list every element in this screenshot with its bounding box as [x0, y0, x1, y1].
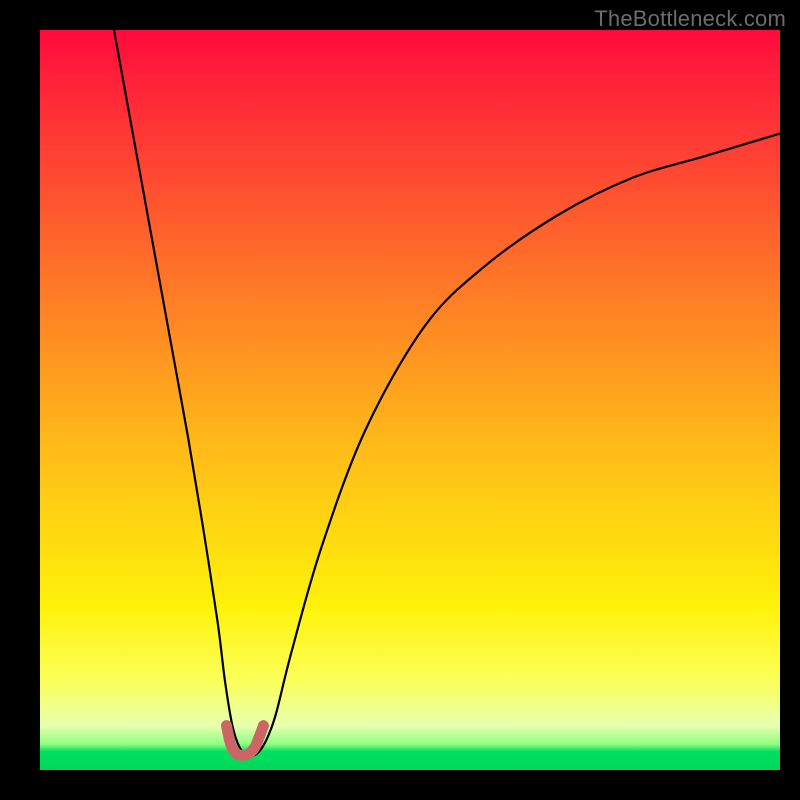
sweet-spot-marker-path — [226, 726, 263, 756]
curve-layer — [40, 30, 780, 770]
chart-frame: TheBottleneck.com — [0, 0, 800, 800]
bottleneck-curve-path — [114, 30, 780, 756]
watermark-text: TheBottleneck.com — [594, 6, 786, 32]
plot-area — [40, 30, 780, 770]
